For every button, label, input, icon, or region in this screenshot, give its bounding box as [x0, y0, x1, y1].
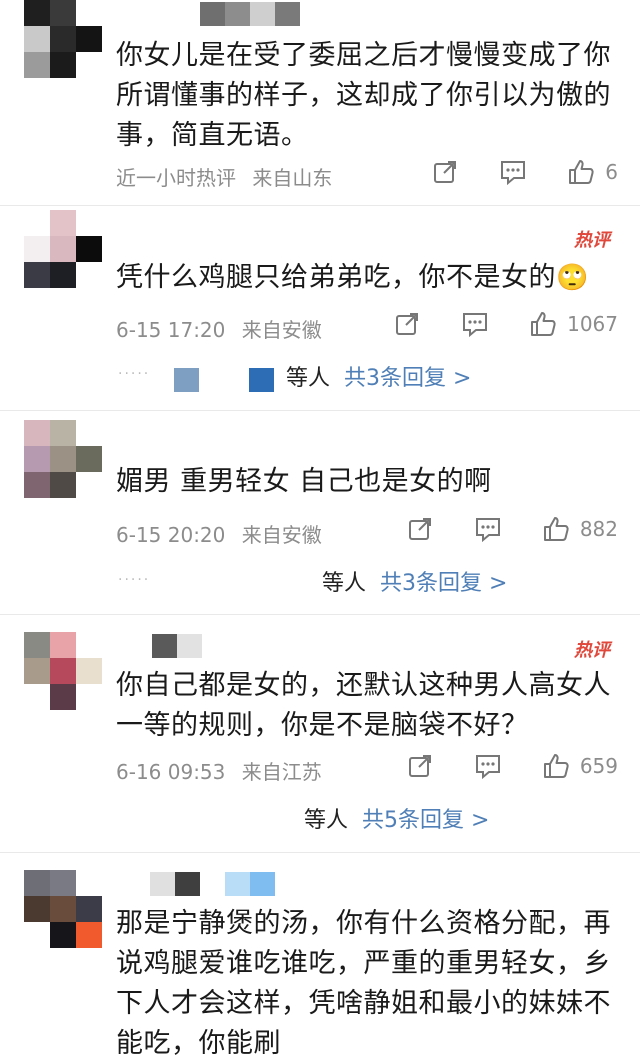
comment-location: 来自山东 [252, 166, 333, 190]
comment-text: 那是宁静煲的汤，你有什么资格分配，再说鸡腿爱谁吃谁吃，严重的重男轻女，乡下人才会… [116, 908, 611, 1059]
hot-comment-badge: 热评 [574, 230, 610, 251]
divider [0, 410, 640, 411]
replies-summary[interactable]: 等人 共5条回复 > [304, 802, 489, 834]
replies-summary[interactable]: 等人 共3条回复 > [322, 565, 507, 597]
comment-location: 来自江苏 [241, 760, 322, 784]
comment-icon[interactable] [461, 310, 489, 338]
avatar[interactable] [24, 0, 102, 78]
comment-actions: 882 [406, 515, 618, 543]
share-icon[interactable] [393, 310, 421, 338]
comment-location: 来自安徽 [241, 523, 322, 547]
share-icon[interactable] [431, 158, 459, 186]
like-count: 659 [579, 754, 618, 778]
comment-actions: 659 [406, 752, 618, 780]
rolling-eyes-emoji: 🙄 [556, 263, 589, 293]
comment-meta: 近一小时热评 来自山东 [116, 162, 342, 191]
share-icon[interactable] [406, 752, 434, 780]
avatar[interactable] [24, 632, 102, 710]
comment-meta: 6-16 09:53 来自江苏 [116, 756, 332, 785]
comment-time: 6-15 17:20 [116, 318, 226, 342]
username-mosaic[interactable] [152, 634, 202, 658]
comment-time: 6-16 09:53 [116, 760, 226, 784]
comment-meta: 6-15 17:20 来自安徽 [116, 314, 332, 343]
username-mosaic[interactable] [200, 2, 300, 26]
thumbs-up-icon[interactable] [542, 515, 570, 543]
comment-actions: 6 [431, 158, 618, 186]
replies-prefix: 等人 [304, 808, 349, 833]
divider [0, 614, 640, 615]
replies-prefix: 等人 [322, 571, 367, 596]
comment-icon[interactable] [474, 752, 502, 780]
comment-icon[interactable] [499, 158, 527, 186]
comment-text: 你女儿是在受了委屈之后才慢慢变成了你所谓懂事的样子，这却成了你引以为傲的事，简直… [116, 40, 611, 151]
divider [0, 205, 640, 206]
avatar[interactable] [24, 420, 102, 498]
view-replies-link[interactable]: 共3条回复 > [344, 360, 471, 392]
like-count: 882 [579, 517, 618, 541]
comment-location: 来自安徽 [241, 318, 322, 342]
replies-summary[interactable]: 等人 共3条回复 > [286, 360, 471, 392]
share-icon[interactable] [406, 515, 434, 543]
view-replies-link[interactable]: 共5条回复 > [362, 802, 489, 834]
comment-text-body: 凭什么鸡腿只给弟弟吃，你不是女的 [116, 262, 556, 293]
avatar[interactable] [24, 210, 102, 288]
thumbs-up-icon[interactable] [567, 158, 595, 186]
comment-time: 6-15 20:20 [116, 523, 226, 547]
comment-text: 媚男 重男轻女 自己也是女的啊 [116, 466, 492, 497]
reply-avatars-placeholder: ····· [118, 366, 151, 382]
username-mosaic[interactable] [150, 872, 275, 896]
replies-prefix: 等人 [286, 366, 331, 391]
thumbs-up-icon[interactable] [542, 752, 570, 780]
comment-actions: 1067 [393, 310, 618, 338]
like-count: 6 [605, 160, 618, 184]
reply-avatars-placeholder: ····· [118, 572, 151, 588]
comment-time: 近一小时热评 [116, 166, 236, 190]
like-count: 1067 [567, 312, 618, 336]
comment-icon[interactable] [474, 515, 502, 543]
divider [0, 852, 640, 853]
comment-meta: 6-15 20:20 来自安徽 [116, 519, 332, 548]
hot-comment-badge: 热评 [574, 640, 610, 661]
comment-text: 你自己都是女的，还默认这种男人高女人一等的规则，你是不是脑袋不好？ [116, 670, 611, 741]
reply-users-mosaic[interactable] [174, 368, 274, 392]
comment-text: 凭什么鸡腿只给弟弟吃，你不是女的🙄 [116, 258, 626, 298]
thumbs-up-icon[interactable] [529, 310, 557, 338]
view-replies-link[interactable]: 共3条回复 > [380, 565, 507, 597]
avatar[interactable] [24, 870, 102, 948]
